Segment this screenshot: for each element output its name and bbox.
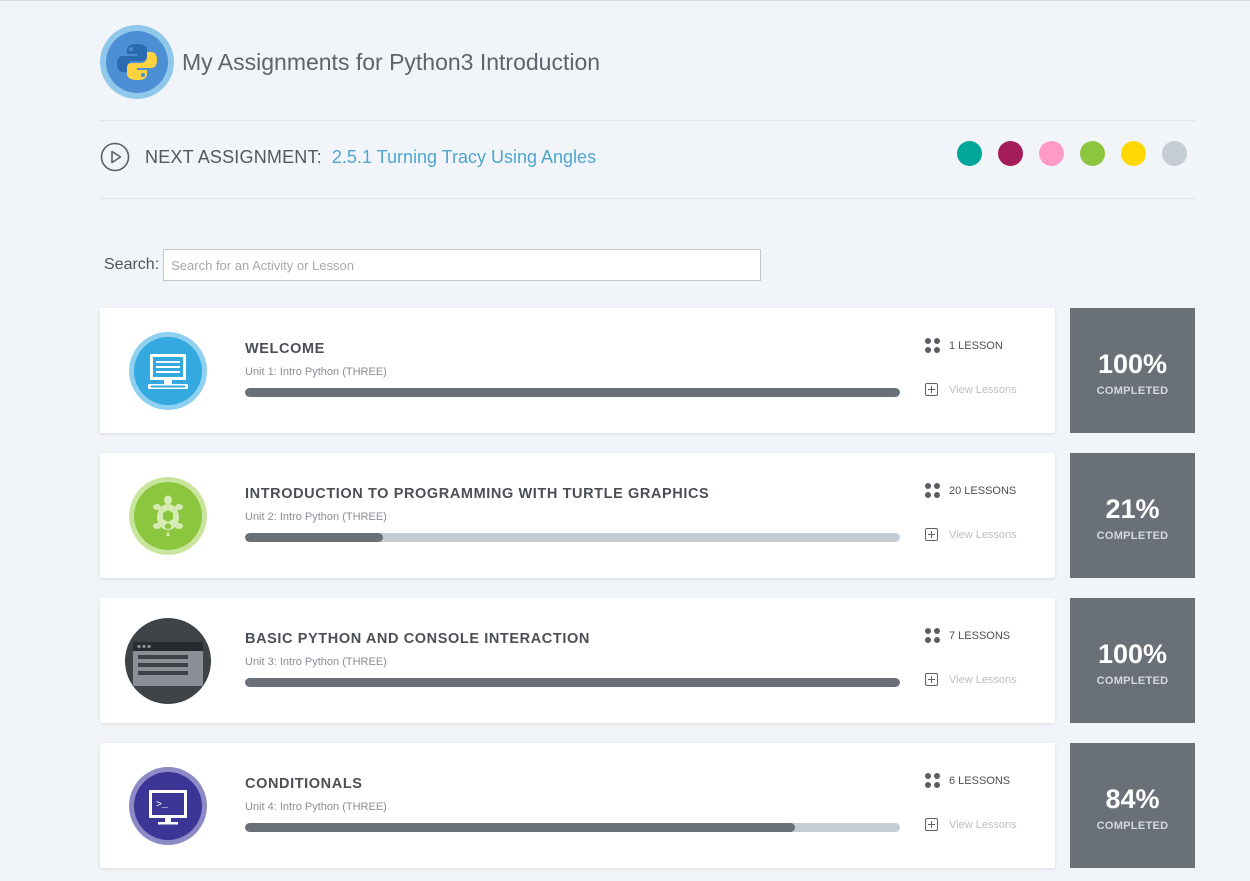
progress-bar: [245, 388, 900, 397]
unit-row-3: BASIC PYTHON AND CONSOLE INTERACTION Uni…: [100, 598, 1195, 723]
plus-square-icon: [925, 818, 938, 831]
unit-subtitle: Unit 4: Intro Python (THREE): [245, 801, 387, 813]
completion-percent: 100%: [1097, 638, 1168, 669]
completion-box: 100% COMPLETED: [1070, 598, 1195, 723]
lessons-grid-icon: [925, 628, 940, 643]
console-window-icon: [125, 618, 211, 704]
page-header: My Assignments for Python3 Introduction: [100, 24, 600, 100]
completion-box: 100% COMPLETED: [1070, 308, 1195, 433]
lessons-grid-icon: [925, 338, 940, 353]
plus-square-icon: [925, 673, 938, 686]
view-lessons-button[interactable]: View Lessons: [925, 383, 1017, 396]
unit-subtitle: Unit 1: Intro Python (THREE): [245, 366, 387, 378]
view-lessons-button[interactable]: View Lessons: [925, 818, 1017, 831]
search-input[interactable]: [163, 249, 762, 281]
theme-swatches: [957, 141, 1203, 166]
python-logo-icon: [100, 25, 174, 99]
unit-row-1: WELCOME Unit 1: Intro Python (THREE) 1 L…: [100, 308, 1195, 433]
unit-row-2: INTRODUCTION TO PROGRAMMING WITH TURTLE …: [100, 453, 1195, 578]
search-label: Search:: [104, 256, 160, 273]
lessons-grid-icon: [925, 773, 940, 788]
progress-fill: [245, 678, 900, 687]
top-border: [0, 0, 1250, 1]
turtle-icon: [129, 477, 207, 555]
completion-percent: 84%: [1105, 783, 1160, 814]
completed-label: COMPLETED: [1096, 819, 1169, 832]
view-lessons-label: View Lessons: [949, 383, 1017, 396]
theme-swatch-teal[interactable]: [957, 141, 982, 166]
unit-card[interactable]: BASIC PYTHON AND CONSOLE INTERACTION Uni…: [100, 598, 1055, 723]
lesson-count-text: 20 LESSONS: [949, 484, 1017, 497]
completion-percent: 21%: [1105, 493, 1160, 524]
unit-subtitle: Unit 2: Intro Python (THREE): [245, 511, 387, 523]
view-lessons-label: View Lessons: [949, 673, 1017, 686]
progress-bar: [245, 823, 900, 832]
theme-swatch-gray[interactable]: [1162, 141, 1187, 166]
unit-subtitle: Unit 3: Intro Python (THREE): [245, 656, 387, 668]
unit-title: CONDITIONALS: [245, 776, 363, 792]
view-lessons-button[interactable]: View Lessons: [925, 528, 1017, 541]
progress-bar: [245, 533, 900, 542]
lesson-count: 7 LESSONS: [925, 628, 1010, 643]
completion-box: 21% COMPLETED: [1070, 453, 1195, 578]
next-assignment-label: NEXT ASSIGNMENT:: [145, 146, 322, 167]
lesson-count-text: 1 LESSON: [949, 339, 1003, 352]
lesson-count: 20 LESSONS: [925, 483, 1016, 498]
completion-percent: 100%: [1097, 348, 1168, 379]
unit-card[interactable]: WELCOME Unit 1: Intro Python (THREE) 1 L…: [100, 308, 1055, 433]
unit-card[interactable]: INTRODUCTION TO PROGRAMMING WITH TURTLE …: [100, 453, 1055, 578]
unit-title: INTRODUCTION TO PROGRAMMING WITH TURTLE …: [245, 486, 710, 502]
view-lessons-label: View Lessons: [949, 818, 1017, 831]
unit-row-4: >_ CONDITIONALS Unit 4: Intro Python (TH…: [100, 743, 1195, 868]
completion-box: 84% COMPLETED: [1070, 743, 1195, 868]
page-title: My Assignments for Python3 Introduction: [182, 48, 601, 75]
progress-fill: [245, 823, 796, 832]
plus-square-icon: [925, 528, 938, 541]
lessons-grid-icon: [925, 483, 940, 498]
completed-label: COMPLETED: [1096, 674, 1169, 687]
lesson-count-text: 6 LESSONS: [949, 774, 1011, 787]
plus-square-icon: [925, 383, 938, 396]
completed-label: COMPLETED: [1096, 529, 1169, 542]
theme-swatch-yellow[interactable]: [1121, 141, 1146, 166]
theme-swatch-maroon[interactable]: [998, 141, 1023, 166]
unit-title: WELCOME: [245, 341, 325, 357]
play-circle-icon[interactable]: [100, 142, 130, 172]
divider: [100, 198, 1195, 199]
next-assignment-row: NEXT ASSIGNMENT: 2.5.1 Turning Tracy Usi…: [100, 140, 596, 174]
theme-swatch-pink[interactable]: [1039, 141, 1064, 166]
unit-card[interactable]: >_ CONDITIONALS Unit 4: Intro Python (TH…: [100, 743, 1055, 868]
completed-label: COMPLETED: [1096, 384, 1169, 397]
unit-title: BASIC PYTHON AND CONSOLE INTERACTION: [245, 631, 590, 647]
divider: [100, 120, 1195, 121]
view-lessons-button[interactable]: View Lessons: [925, 673, 1017, 686]
monitor-icon: [129, 332, 207, 410]
terminal-monitor-icon: >_: [129, 767, 207, 845]
progress-bar: [245, 678, 900, 687]
lesson-count-text: 7 LESSONS: [949, 629, 1011, 642]
progress-fill: [245, 388, 900, 397]
svg-text:>_: >_: [156, 800, 169, 811]
view-lessons-label: View Lessons: [949, 528, 1017, 541]
theme-swatch-green[interactable]: [1080, 141, 1105, 166]
lesson-count: 1 LESSON: [925, 338, 1003, 353]
progress-fill: [245, 533, 383, 542]
lesson-count: 6 LESSONS: [925, 773, 1010, 788]
next-assignment-link[interactable]: 2.5.1 Turning Tracy Using Angles: [332, 147, 596, 168]
search-row: Search:: [104, 249, 762, 281]
